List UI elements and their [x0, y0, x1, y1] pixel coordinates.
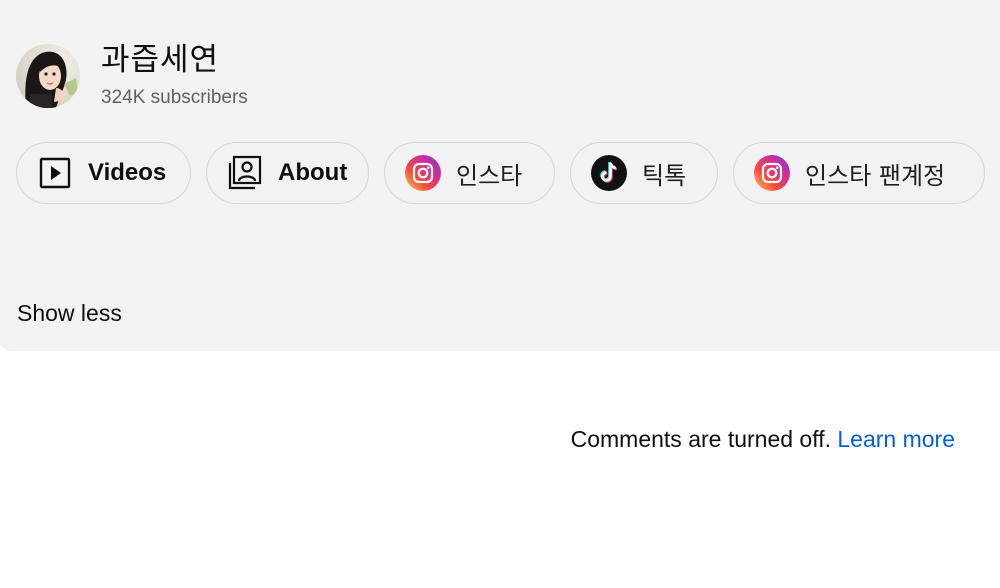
videos-link[interactable]: Videos — [16, 142, 191, 204]
tiktok-link-label: 틱톡 — [642, 161, 687, 190]
tiktok-icon — [589, 153, 629, 193]
tiktok-link[interactable]: 틱톡 — [570, 142, 718, 204]
subscriber-count: 324K subscribers — [101, 87, 248, 108]
show-less-button[interactable]: Show less — [17, 300, 122, 327]
profile-card-icon — [225, 153, 265, 193]
about-link[interactable]: About — [206, 142, 369, 204]
instagram-fan-link-label: 인스타 팬계정 — [805, 161, 946, 190]
play-box-icon — [35, 153, 75, 193]
instagram-icon — [403, 153, 443, 193]
instagram-fan-link[interactable]: 인스타 팬계정 — [733, 142, 985, 204]
instagram-link[interactable]: 인스타 — [384, 142, 555, 204]
instagram-link-label: 인스타 — [456, 161, 523, 190]
channel-links: Videos About 인스타 틱톡 인스타 팬계정 — [16, 142, 985, 204]
comments-off-text: Comments are turned off. — [570, 426, 831, 452]
channel-name[interactable]: 과즙세연 — [101, 43, 248, 77]
videos-link-label: Videos — [88, 159, 167, 186]
learn-more-link[interactable]: Learn more — [837, 426, 955, 452]
comments-notice: Comments are turned off. Learn more — [571, 426, 955, 453]
channel-header: 과즙세연 324K subscribers — [16, 42, 248, 110]
instagram-icon — [752, 153, 792, 193]
channel-avatar[interactable] — [16, 44, 80, 108]
about-link-label: About — [278, 159, 348, 186]
